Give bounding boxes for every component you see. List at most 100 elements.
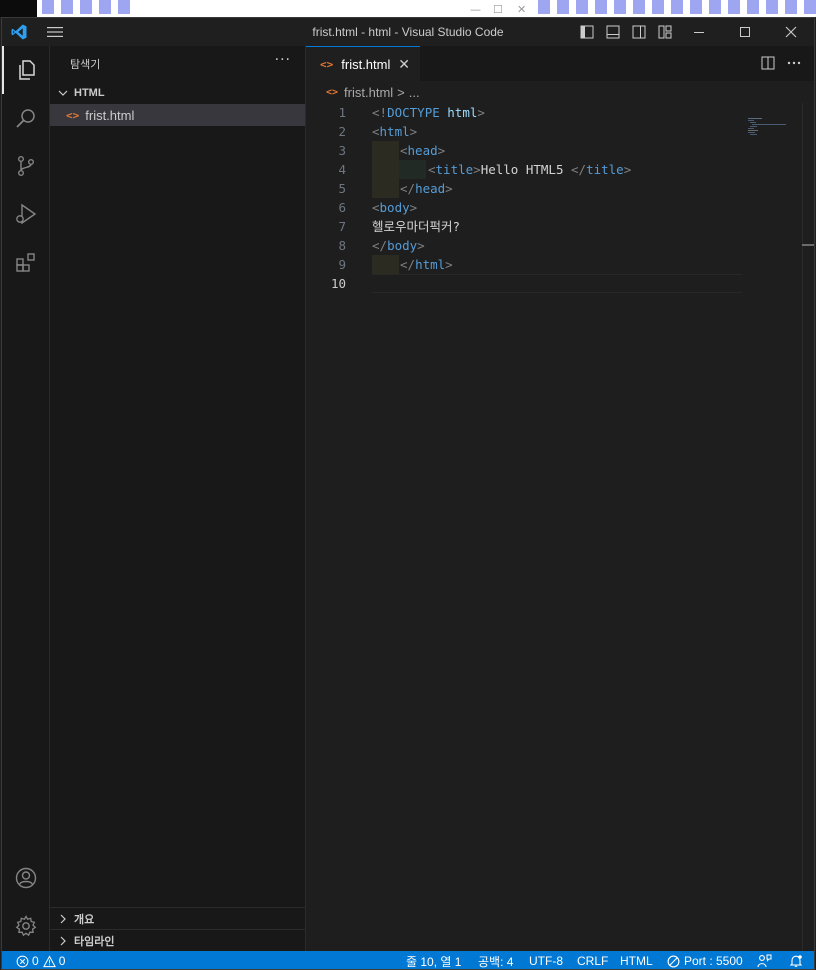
code-line: <html> <box>372 124 418 139</box>
problems-status[interactable]: 0 0 <box>16 953 65 969</box>
close-tab-icon[interactable]: ✕ <box>398 56 410 73</box>
manage-activity[interactable] <box>2 902 50 950</box>
source-control-activity[interactable] <box>2 142 50 190</box>
source-control-icon <box>17 156 34 177</box>
eol-status[interactable]: CRLF <box>577 953 608 969</box>
background-tile <box>633 0 645 14</box>
current-line-highlight <box>372 274 742 293</box>
more-actions-button[interactable]: ··· <box>275 52 291 68</box>
background-window-strip: — ☐ ✕ <box>0 0 816 17</box>
background-tile <box>118 0 130 14</box>
breadcrumb-more[interactable]: ... <box>409 85 420 100</box>
accounts-activity[interactable] <box>2 854 50 902</box>
timeline-label: 타임라인 <box>74 935 115 948</box>
code-line: <title>Hello HTML5 </title> <box>428 162 632 177</box>
minimize-icon <box>694 32 704 33</box>
background-tile <box>61 0 73 14</box>
error-count: 0 <box>32 954 39 968</box>
toggle-secondary-sidebar-icon[interactable] <box>631 24 647 40</box>
run-debug-icon <box>16 203 37 225</box>
chevron-right-icon <box>60 936 66 945</box>
breadcrumb-file[interactable]: frist.html <box>344 85 393 100</box>
bell-icon <box>789 955 803 967</box>
line-number: 6 <box>338 200 346 215</box>
folder-html[interactable]: HTML <box>50 83 305 103</box>
chevron-down-icon <box>58 90 68 96</box>
html-file-icon: <> <box>326 86 339 98</box>
explorer-activity[interactable] <box>2 46 50 94</box>
sidebar-title: 탐색기 <box>70 59 101 71</box>
line-number: 4 <box>338 162 346 177</box>
error-icon <box>16 955 29 967</box>
tab-frist-html[interactable]: <> frist.html ✕ <box>306 46 420 81</box>
close-window-button[interactable] <box>768 18 814 46</box>
live-server-status[interactable]: Port : 5500 <box>667 953 743 969</box>
line-number: 7 <box>338 219 346 234</box>
code-editor[interactable]: 1 2 3 4 5 6 7 8 9 10 <!DOCTYPE html> <ht… <box>306 103 814 951</box>
background-tile <box>785 0 797 14</box>
outline-section[interactable]: 개요 <box>50 907 305 929</box>
explorer-sidebar: 탐색기 ··· HTML <> frist.html 개요 타임라인 <box>50 46 306 951</box>
breadcrumb: <> frist.html > ... <box>306 81 814 103</box>
editor-scrollbar[interactable] <box>802 103 814 951</box>
search-activity[interactable] <box>2 94 50 142</box>
minimize-button[interactable] <box>676 18 722 46</box>
background-tile <box>42 0 54 14</box>
extensions-icon <box>16 253 35 272</box>
customize-layout-icon[interactable] <box>657 24 673 40</box>
background-tile <box>671 0 683 14</box>
minimap[interactable] <box>748 118 788 138</box>
vscode-window: frist.html - html - Visual Studio Code 탐… <box>1 17 815 970</box>
line-number: 1 <box>338 105 346 120</box>
line-number: 8 <box>338 238 346 253</box>
indent-guide <box>372 160 399 179</box>
run-debug-activity[interactable] <box>2 190 50 238</box>
maximize-button[interactable] <box>722 18 768 46</box>
person-feedback-icon <box>757 954 772 968</box>
notifications-button[interactable] <box>789 953 803 969</box>
activity-bar <box>2 46 50 951</box>
background-tile <box>576 0 588 14</box>
background-tile <box>690 0 702 14</box>
folder-label: HTML <box>74 87 105 99</box>
extensions-activity[interactable] <box>2 238 50 286</box>
code-line: </body> <box>372 238 425 253</box>
line-number-current: 10 <box>330 276 346 291</box>
code-line: <!DOCTYPE html> <box>372 105 485 120</box>
account-icon <box>15 867 37 889</box>
file-item-frist-html[interactable]: <> frist.html <box>50 104 305 126</box>
files-icon <box>19 60 35 80</box>
background-minimize-icon: — <box>470 3 481 16</box>
breadcrumb-separator: > <box>397 84 405 100</box>
warning-count: 0 <box>58 954 66 968</box>
background-close-icon: ✕ <box>517 3 527 16</box>
maximize-icon <box>740 27 750 37</box>
toggle-primary-sidebar-icon[interactable] <box>579 24 595 40</box>
outline-label: 개요 <box>74 913 95 926</box>
warning-icon <box>42 954 56 967</box>
toggle-panel-icon[interactable] <box>605 24 621 40</box>
title-bar: frist.html - html - Visual Studio Code <box>2 18 814 46</box>
code-line: </html> <box>400 257 453 272</box>
background-tile <box>728 0 740 14</box>
background-tile <box>614 0 626 14</box>
search-icon <box>16 109 35 128</box>
circle-slash-icon <box>667 955 680 967</box>
more-actions-icon[interactable] <box>786 55 802 71</box>
background-tile <box>99 0 111 14</box>
timeline-section[interactable]: 타임라인 <box>50 929 305 951</box>
background-tile <box>804 0 816 14</box>
code-line: <head> <box>400 143 446 158</box>
background-tile <box>709 0 721 14</box>
split-editor-icon[interactable] <box>760 55 776 71</box>
line-number: 9 <box>338 257 346 272</box>
background-tile <box>557 0 569 14</box>
language-mode-status[interactable]: HTML <box>620 953 653 969</box>
encoding-status[interactable]: UTF-8 <box>529 953 563 969</box>
html-file-icon: <> <box>66 108 80 122</box>
feedback-button[interactable] <box>757 953 772 969</box>
chevron-right-icon <box>60 914 66 923</box>
cursor-position[interactable]: 줄 10, 열 1 <box>406 953 461 969</box>
indentation-status[interactable]: 공백: 4 <box>478 953 513 969</box>
background-terminal <box>0 0 37 17</box>
